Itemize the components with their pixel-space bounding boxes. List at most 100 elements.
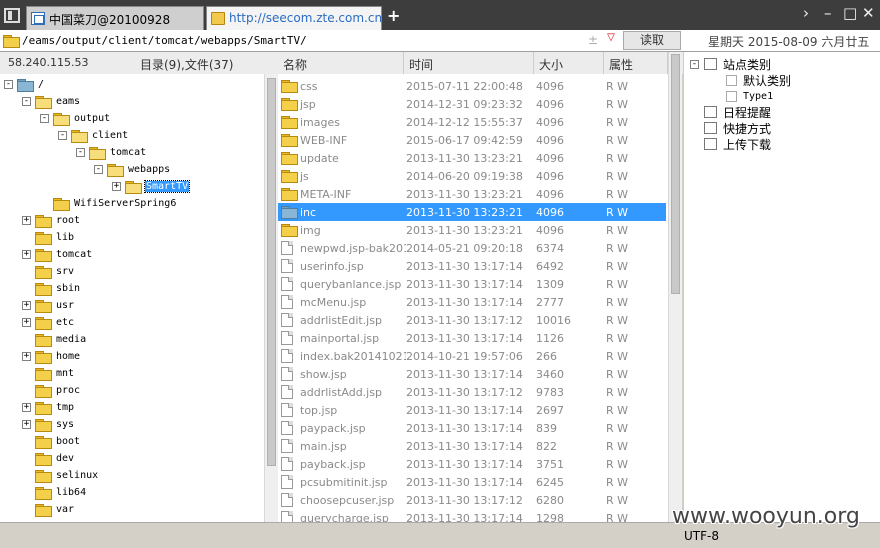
collapse-icon[interactable]: - [94, 165, 103, 174]
column-header-time[interactable]: 时间 [404, 52, 534, 74]
file-row[interactable]: pcsubmitinit.jsp 2013-11-30 13:17:14 6245 R… [278, 473, 666, 491]
tree-item[interactable]: sbin [22, 280, 81, 297]
tree-item[interactable]: + SmartTV [112, 178, 191, 195]
collapse-icon[interactable]: - [4, 80, 13, 89]
spacer [22, 284, 31, 293]
file-row[interactable]: jsp 2014-12-31 09:23:32 4096 R W [278, 95, 666, 113]
file-scrollbar[interactable] [668, 52, 682, 522]
tree-item[interactable]: media [22, 331, 87, 348]
tree-item-default-category[interactable]: 默认类别 [726, 72, 791, 88]
tree-item-label: boot [56, 436, 81, 447]
tree-item[interactable]: - / [4, 76, 45, 93]
tree-item[interactable]: mnt [22, 365, 75, 382]
tree-item[interactable]: var [22, 501, 75, 518]
file-row[interactable]: addrlistAdd.jsp 2013-11-30 13:17:12 9783 R … [278, 383, 666, 401]
tree-item[interactable]: - client [58, 127, 129, 144]
file-row[interactable]: main.jsp 2013-11-30 13:17:14 822 R W [278, 437, 666, 455]
tree-item-label: srv [56, 266, 75, 277]
expand-icon[interactable]: + [22, 403, 31, 412]
column-header-size[interactable]: 大小 [534, 52, 604, 74]
tree-item-upload-download[interactable]: 上传下载 [704, 136, 771, 152]
tree-item[interactable]: srv [22, 263, 75, 280]
path-input[interactable]: /eams/output/client/tomcat/webapps/Smart… [22, 34, 307, 47]
column-header-attr[interactable]: 属性 [604, 52, 668, 74]
expand-icon[interactable]: + [22, 216, 31, 225]
file-row[interactable]: mcMenu.jsp 2013-11-30 13:17:14 2777 R W [278, 293, 666, 311]
tree-item[interactable]: - output [40, 110, 111, 127]
minimize-icon[interactable]: – [824, 4, 832, 22]
file-row[interactable]: querybanlance.jsp 2013-11-30 13:17:14 1309… [278, 275, 666, 293]
file-time: 2015-06-17 09:42:59 [406, 133, 523, 147]
tree-item-schedule[interactable]: 日程提醒 [704, 104, 771, 120]
next-tab-icon[interactable]: › [803, 4, 809, 22]
tab-caidao[interactable]: 中国菜刀@20100928 [26, 6, 204, 30]
tree-item[interactable]: boot [22, 433, 81, 450]
tree-item[interactable]: - webapps [94, 161, 171, 178]
tree-item[interactable]: proc [22, 382, 81, 399]
expand-icon[interactable]: + [22, 250, 31, 259]
tree-item[interactable]: selinux [22, 467, 99, 484]
tree-item-type1[interactable]: Type1 [726, 88, 773, 104]
tree-scroll-thumb[interactable] [267, 78, 276, 466]
tree-item[interactable]: dev [22, 450, 75, 467]
new-tab-button[interactable]: + [387, 6, 400, 25]
tree-item[interactable]: + tomcat [22, 246, 93, 263]
spacer [22, 335, 31, 344]
tree-item[interactable]: lib64 [22, 484, 87, 501]
collapse-icon[interactable]: - [58, 131, 67, 140]
file-row[interactable]: choosepcuser.jsp 2013-11-30 13:17:12 6280 R… [278, 491, 666, 509]
file-row[interactable]: images 2014-12-12 15:55:37 4096 R W [278, 113, 666, 131]
file-row[interactable]: addrlistEdit.jsp 2013-11-30 13:17:12 10016… [278, 311, 666, 329]
tree-item[interactable]: + usr [22, 297, 75, 314]
expand-icon[interactable]: + [22, 420, 31, 429]
tree-item[interactable]: + home [22, 348, 81, 365]
tree-item[interactable]: + etc [22, 314, 75, 331]
tree-item[interactable]: + sys [22, 416, 75, 433]
close-icon[interactable]: ✕ [862, 4, 875, 22]
tree-item[interactable]: + tmp [22, 399, 75, 416]
file-row[interactable]: css 2015-07-11 22:00:48 4096 R W [278, 77, 666, 95]
tree-item-shortcuts[interactable]: 快捷方式 [704, 120, 771, 136]
expand-icon[interactable]: + [22, 352, 31, 361]
file-row[interactable]: inc 2013-11-30 13:23:21 4096 R W [278, 203, 666, 221]
collapse-icon[interactable]: - [40, 114, 49, 123]
tree-item[interactable]: - eams [22, 93, 81, 110]
file-row[interactable]: top.jsp 2013-11-30 13:17:14 2697 R W [278, 401, 666, 419]
tree-item-site-category[interactable]: - 站点类别 [690, 56, 771, 72]
column-header-name[interactable]: 名称 [278, 52, 404, 74]
file-row[interactable]: newpwd.jsp-bak201...2014-05-21 09:20:18 6… [278, 239, 666, 257]
chevron-down-icon[interactable]: ▽ [600, 32, 622, 48]
file-row[interactable]: paypack.jsp 2013-11-30 13:17:14 839 R W [278, 419, 666, 437]
expand-icon[interactable]: + [112, 182, 121, 191]
read-button[interactable]: 读取 [623, 31, 681, 50]
tab-site[interactable]: http://seecom.zte.com.cn/S... [206, 6, 382, 30]
file-scroll-thumb[interactable] [671, 54, 680, 294]
file-attr: R W [606, 457, 629, 471]
plus-minus-icon[interactable]: ± [588, 33, 598, 47]
app-menu-icon[interactable] [4, 8, 20, 23]
file-row[interactable]: payback.jsp 2013-11-30 13:17:14 3751 R W [278, 455, 666, 473]
tree-item[interactable]: WifiServerSpring6 [40, 195, 177, 212]
collapse-icon[interactable]: - [76, 148, 85, 157]
collapse-icon[interactable]: - [690, 59, 699, 69]
tree-scrollbar[interactable] [264, 74, 278, 522]
file-row[interactable]: META-INF 2013-11-30 13:23:21 4096 R W [278, 185, 666, 203]
tree-item[interactable]: + root [22, 212, 81, 229]
file-row[interactable]: show.jsp 2013-11-30 13:17:14 3460 R W [278, 365, 666, 383]
maximize-icon[interactable]: □ [843, 4, 857, 22]
expand-icon[interactable]: + [22, 301, 31, 310]
file-row[interactable]: querycharge.jsp 2013-11-30 13:17:14 1298 R … [278, 509, 666, 522]
file-row[interactable]: WEB-INF 2015-06-17 09:42:59 4096 R W [278, 131, 666, 149]
file-row[interactable]: userinfo.jsp 2013-11-30 13:17:14 6492 R W [278, 257, 666, 275]
file-row[interactable]: js 2014-06-20 09:19:38 4096 R W [278, 167, 666, 185]
collapse-icon[interactable]: - [22, 97, 31, 106]
file-attr: R W [606, 277, 629, 291]
file-time: 2014-06-20 09:19:38 [406, 169, 523, 183]
tree-item[interactable]: - tomcat [76, 144, 147, 161]
file-row[interactable]: index.bak20141021 2014-10-21 19:57:06 266 R… [278, 347, 666, 365]
tree-item[interactable]: lib [22, 229, 75, 246]
file-row[interactable]: mainportal.jsp 2013-11-30 13:17:14 1126 R W [278, 329, 666, 347]
file-row[interactable]: update 2013-11-30 13:23:21 4096 R W [278, 149, 666, 167]
expand-icon[interactable]: + [22, 318, 31, 327]
file-row[interactable]: img 2013-11-30 13:23:21 4096 R W [278, 221, 666, 239]
